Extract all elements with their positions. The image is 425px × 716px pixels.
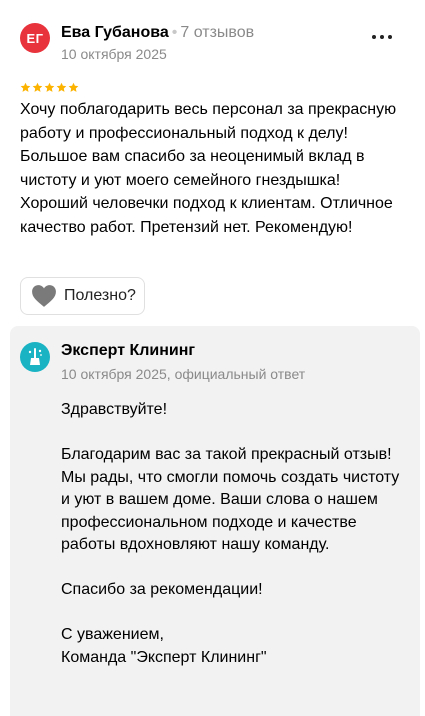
star-icon [44,82,55,92]
star-icon [20,82,31,92]
review-date: 10 октября 2025 [61,46,167,62]
useful-button[interactable]: Полезно? [20,277,145,315]
answer-meta: 10 октября 2025, официальный ответ [61,366,306,382]
answer-greeting: Здравствуйте! [61,401,168,418]
separator-dot: • [171,24,178,41]
more-horizontal-icon [372,35,376,39]
answer-closing-line-2: Команда "Эксперт Клининг" [61,648,267,666]
more-horizontal-icon [388,35,392,39]
more-options-button[interactable] [372,30,398,44]
more-horizontal-icon [380,35,384,39]
author-name[interactable]: Ева Губанова [61,24,169,41]
review-text: Хочу поблагодарить весь персонал за прек… [20,101,397,236]
answer-paragraph: Благодарим вас за такой прекрасный отзыв… [61,446,400,553]
answer-closing-line-1: С уважением, [61,626,164,643]
useful-button-label: Полезно? [64,287,136,304]
answer-thanks: Спасибо за рекомендации! [61,581,263,598]
answer-text: Здравствуйте! Благодарим вас за такой пр… [61,399,406,669]
heart-icon [32,285,56,307]
org-name[interactable]: Эксперт Клининг [61,342,195,360]
star-icon [56,82,67,92]
star-icon [68,82,79,92]
star-icon [32,82,43,92]
org-logo[interactable] [20,342,50,372]
star-rating [20,82,79,93]
cleaning-icon [28,348,42,365]
author-avatar[interactable]: ЕГ [20,23,50,53]
author-review-count: 7 отзывов [180,24,255,41]
author-line: Ева Губанова • 7 отзывов [61,24,254,42]
